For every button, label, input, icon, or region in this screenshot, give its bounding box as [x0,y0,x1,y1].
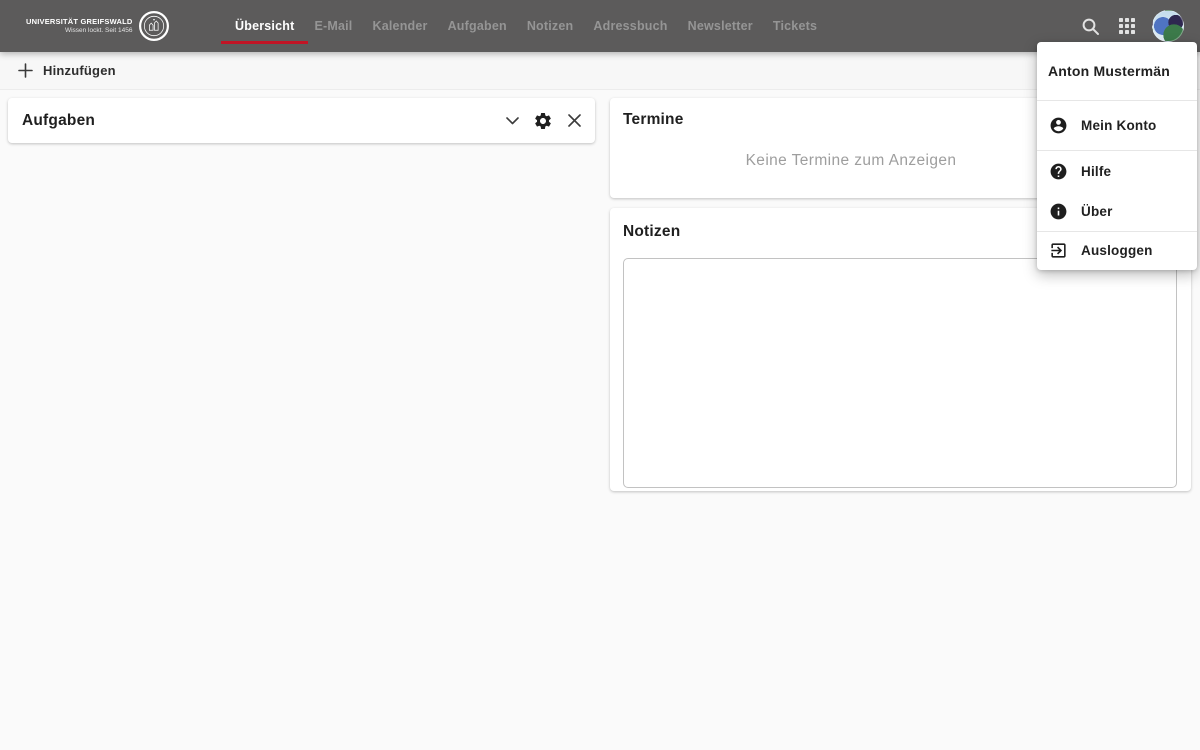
search-icon[interactable] [1078,14,1102,38]
plus-icon [18,63,33,78]
logo-line1: UNIVERSITÄT GREIFSWALD [26,17,133,27]
tab-kalender[interactable]: Kalender [362,0,437,52]
tab-uebersicht-label: Übersicht [235,19,294,33]
collapse-widget-button[interactable] [501,110,523,132]
menu-item-mein-konto[interactable]: Mein Konto [1037,101,1197,150]
user-avatar[interactable] [1152,10,1184,42]
aufgaben-widget: Aufgaben [8,98,595,143]
top-navbar: UNIVERSITÄT GREIFSWALD Wissen lockt. Sei… [0,0,1200,52]
user-name-header: Anton Mustermän [1037,42,1197,100]
notizen-widget-title: Notizen [623,223,680,241]
main-navigation: Übersicht E-Mail Kalender Aufgaben Notiz… [225,0,827,52]
tab-notizen[interactable]: Notizen [517,0,584,52]
notes-textarea[interactable] [623,258,1177,488]
university-logo-text: UNIVERSITÄT GREIFSWALD Wissen lockt. Sei… [26,17,133,36]
add-widget-button[interactable]: Hinzufügen [18,63,116,78]
tab-adressbuch[interactable]: Adressbuch [583,0,677,52]
user-dropdown-menu: Anton Mustermän Mein Konto Hilfe Über Au… [1037,42,1197,270]
close-icon [568,114,581,127]
menu-item-label: Ausloggen [1081,243,1153,258]
menu-item-label: Hilfe [1081,164,1111,179]
menu-item-label: Über [1081,204,1113,219]
apps-grid-icon[interactable] [1115,14,1139,38]
aufgaben-widget-title: Aufgaben [22,112,95,130]
menu-item-ueber[interactable]: Über [1037,191,1197,231]
chevron-down-icon [506,117,519,125]
active-tab-underline [221,41,308,45]
logout-icon [1049,241,1068,260]
account-circle-icon [1049,116,1068,135]
menu-item-hilfe[interactable]: Hilfe [1037,151,1197,191]
tab-email[interactable]: E-Mail [304,0,362,52]
widget-settings-button[interactable] [532,110,554,132]
tab-tickets[interactable]: Tickets [763,0,827,52]
add-widget-button-label: Hinzufügen [43,63,116,78]
menu-item-label: Mein Konto [1081,118,1157,133]
menu-item-ausloggen[interactable]: Ausloggen [1037,232,1197,268]
tab-uebersicht[interactable]: Übersicht [225,0,304,52]
university-logo: UNIVERSITÄT GREIFSWALD Wissen lockt. Sei… [26,0,170,52]
logo-line2: Wissen lockt. Seit 1456 [26,27,133,36]
close-widget-button[interactable] [563,110,585,132]
university-seal-icon [138,10,170,42]
termine-widget-title: Termine [623,111,684,129]
aufgaben-widget-actions [501,110,585,132]
termine-empty-message: Keine Termine zum Anzeigen [610,152,1092,170]
settings-gear-icon [533,111,553,131]
help-icon [1049,162,1068,181]
tab-aufgaben[interactable]: Aufgaben [438,0,517,52]
secondary-toolbar: Hinzufügen [0,52,1200,90]
info-icon [1049,202,1068,221]
tab-newsletter[interactable]: Newsletter [678,0,763,52]
